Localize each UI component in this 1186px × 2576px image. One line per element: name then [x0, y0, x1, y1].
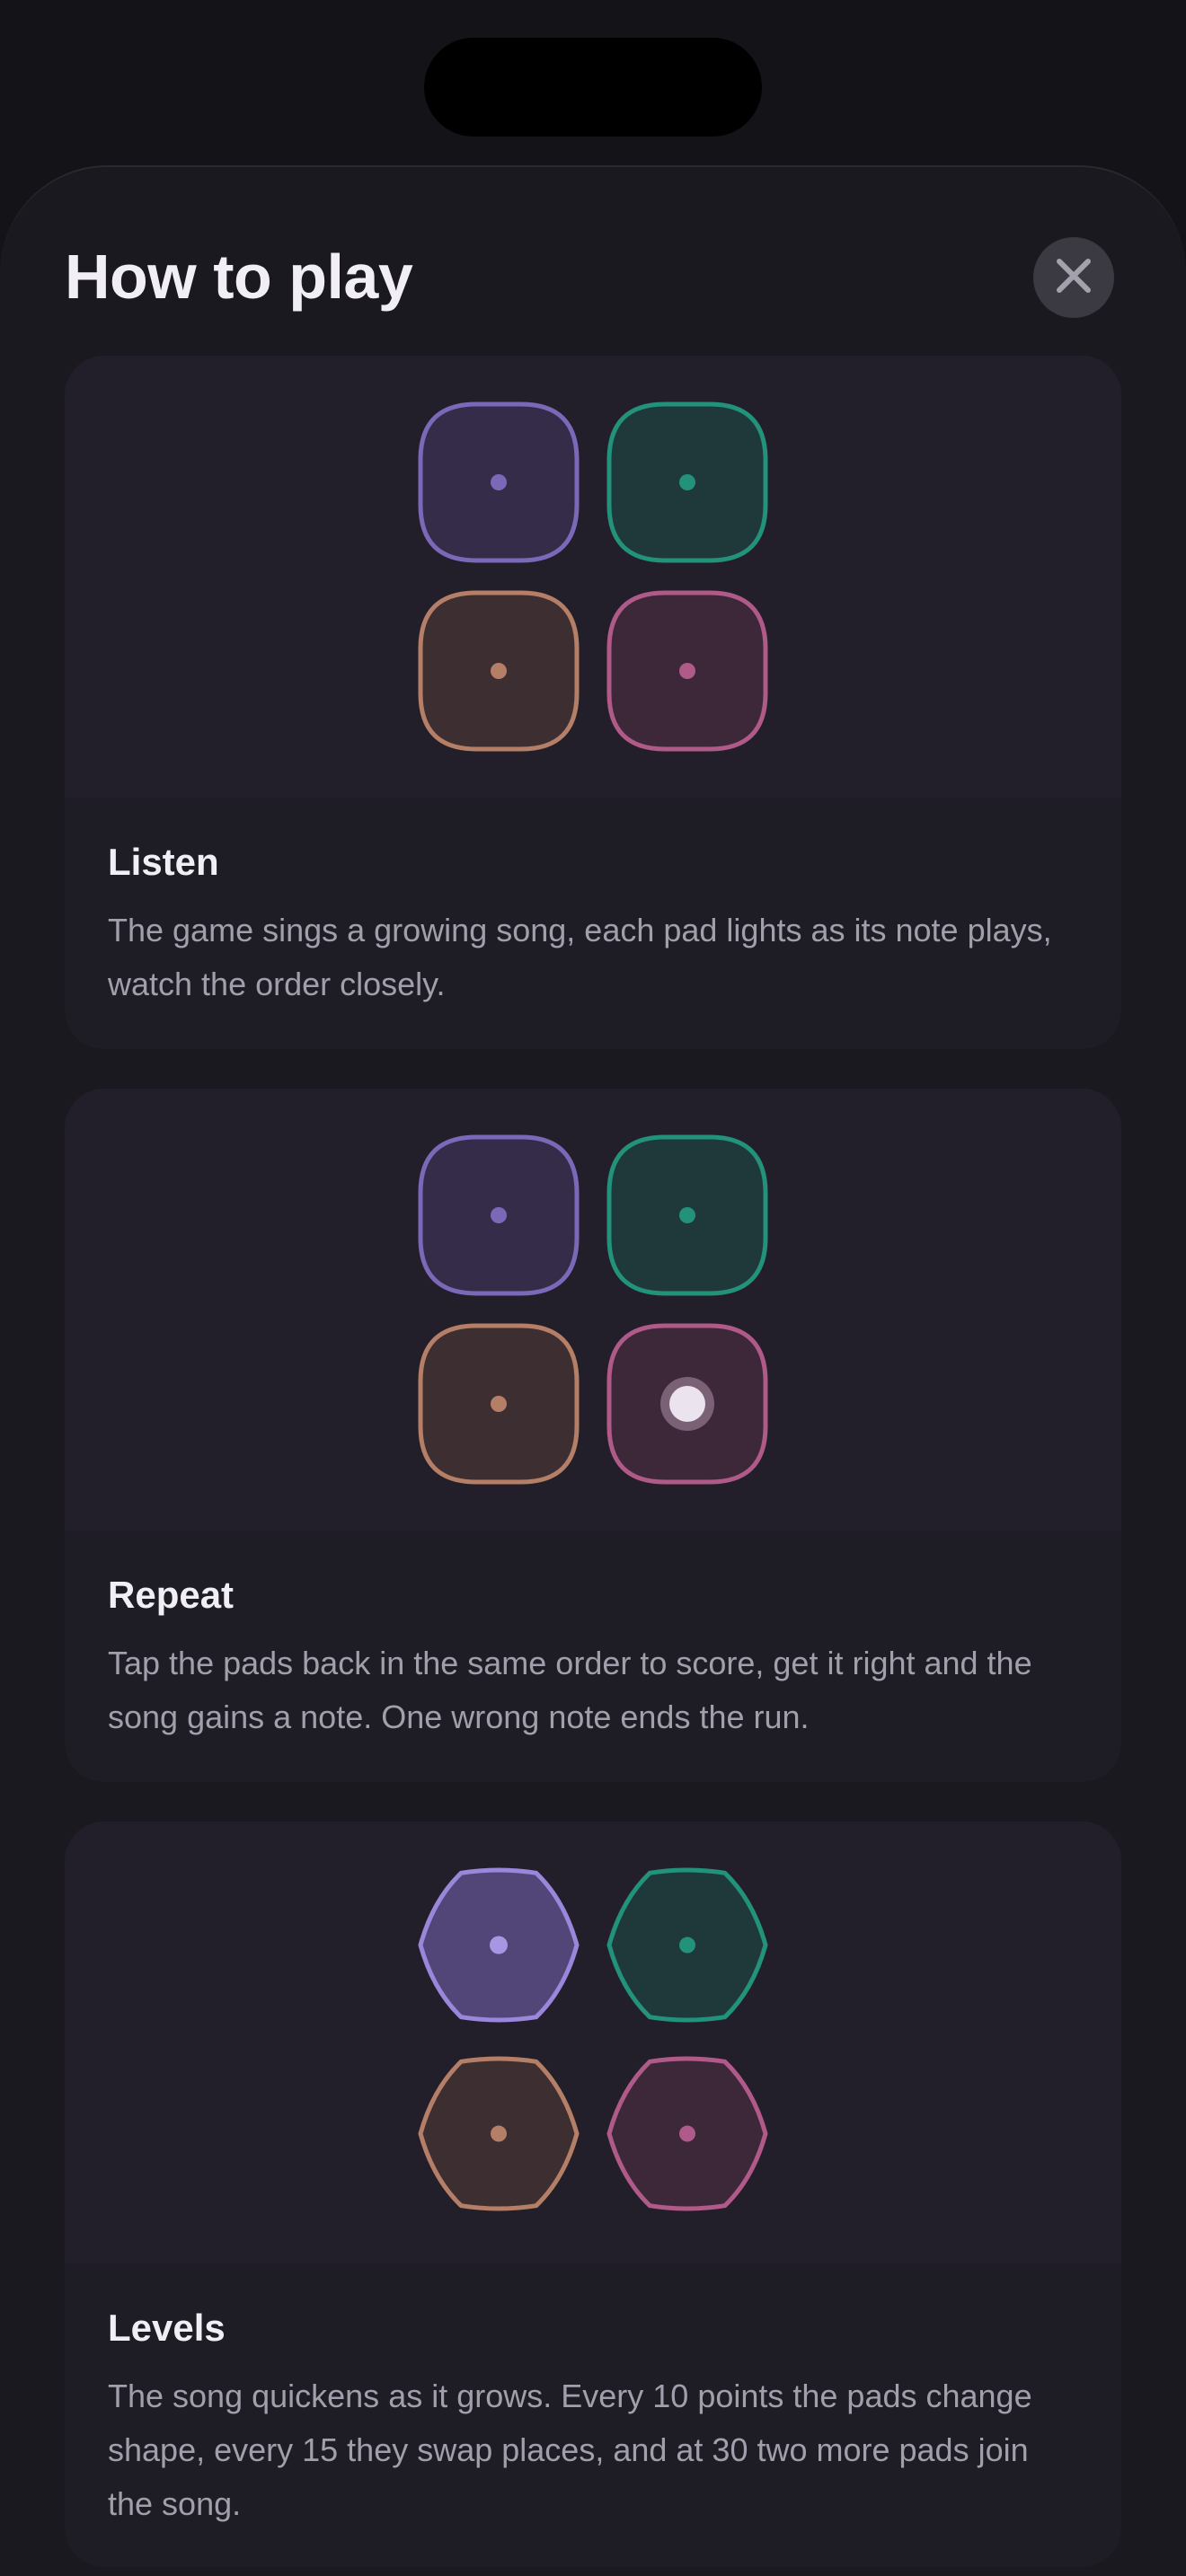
pad-center-dot: [679, 1936, 695, 1954]
pad-center-dot: [491, 2125, 507, 2142]
card-description: The song quickens as it grows. Every 10 …: [108, 2378, 1032, 2522]
pad-pink: [606, 1323, 768, 1485]
pad-orange: [418, 1323, 580, 1485]
pad-center-dot: [679, 1207, 695, 1223]
card-title: Repeat: [108, 1574, 235, 1616]
card-levels: Levels The song quickens as it grows. Ev…: [65, 1822, 1121, 2567]
close-button[interactable]: [1033, 237, 1114, 318]
pad-center-dot: [490, 1936, 508, 1954]
card-description: The game sings a growing song, each pad …: [108, 912, 1052, 1002]
card-listen: Listen The game sings a growing song, ea…: [65, 356, 1121, 1049]
pad-purple: [418, 401, 580, 563]
pad-pink: [606, 590, 768, 752]
pad-center-dot: [491, 663, 507, 679]
card-repeat: Repeat Tap the pads back in the same ord…: [65, 1089, 1121, 1782]
sheet-title: How to play: [65, 242, 413, 312]
pad-pink: [606, 2056, 768, 2215]
touch-indicator: [669, 1386, 705, 1422]
pad-orange: [418, 2056, 580, 2215]
close-icon: [1056, 258, 1092, 298]
pad-grid-illustration: [65, 356, 1121, 798]
pad-green: [606, 1867, 768, 2026]
pad-purple: [418, 1134, 580, 1296]
card-title: Levels: [108, 2307, 226, 2349]
pad-center-dot: [679, 2125, 695, 2142]
pad-center-dot: [491, 474, 507, 490]
pad-green: [606, 1134, 768, 1296]
pad-orange: [418, 590, 580, 752]
pad-center-dot: [679, 474, 695, 490]
pad-grid-illustration: [65, 1822, 1121, 2263]
card-title: Listen: [108, 841, 219, 883]
pad-grid-illustration: [65, 1089, 1121, 1531]
dynamic-island: [424, 38, 762, 137]
pad-center-dot: [679, 663, 695, 679]
card-description: Tap the pads back in the same order to s…: [108, 1645, 1032, 1735]
screen: How to play Listen The game sings a grow…: [0, 0, 1186, 2576]
pad-center-dot: [491, 1396, 507, 1412]
pad-center-dot: [491, 1207, 507, 1223]
pad-green: [606, 401, 768, 563]
pad-purple: [418, 1867, 580, 2026]
